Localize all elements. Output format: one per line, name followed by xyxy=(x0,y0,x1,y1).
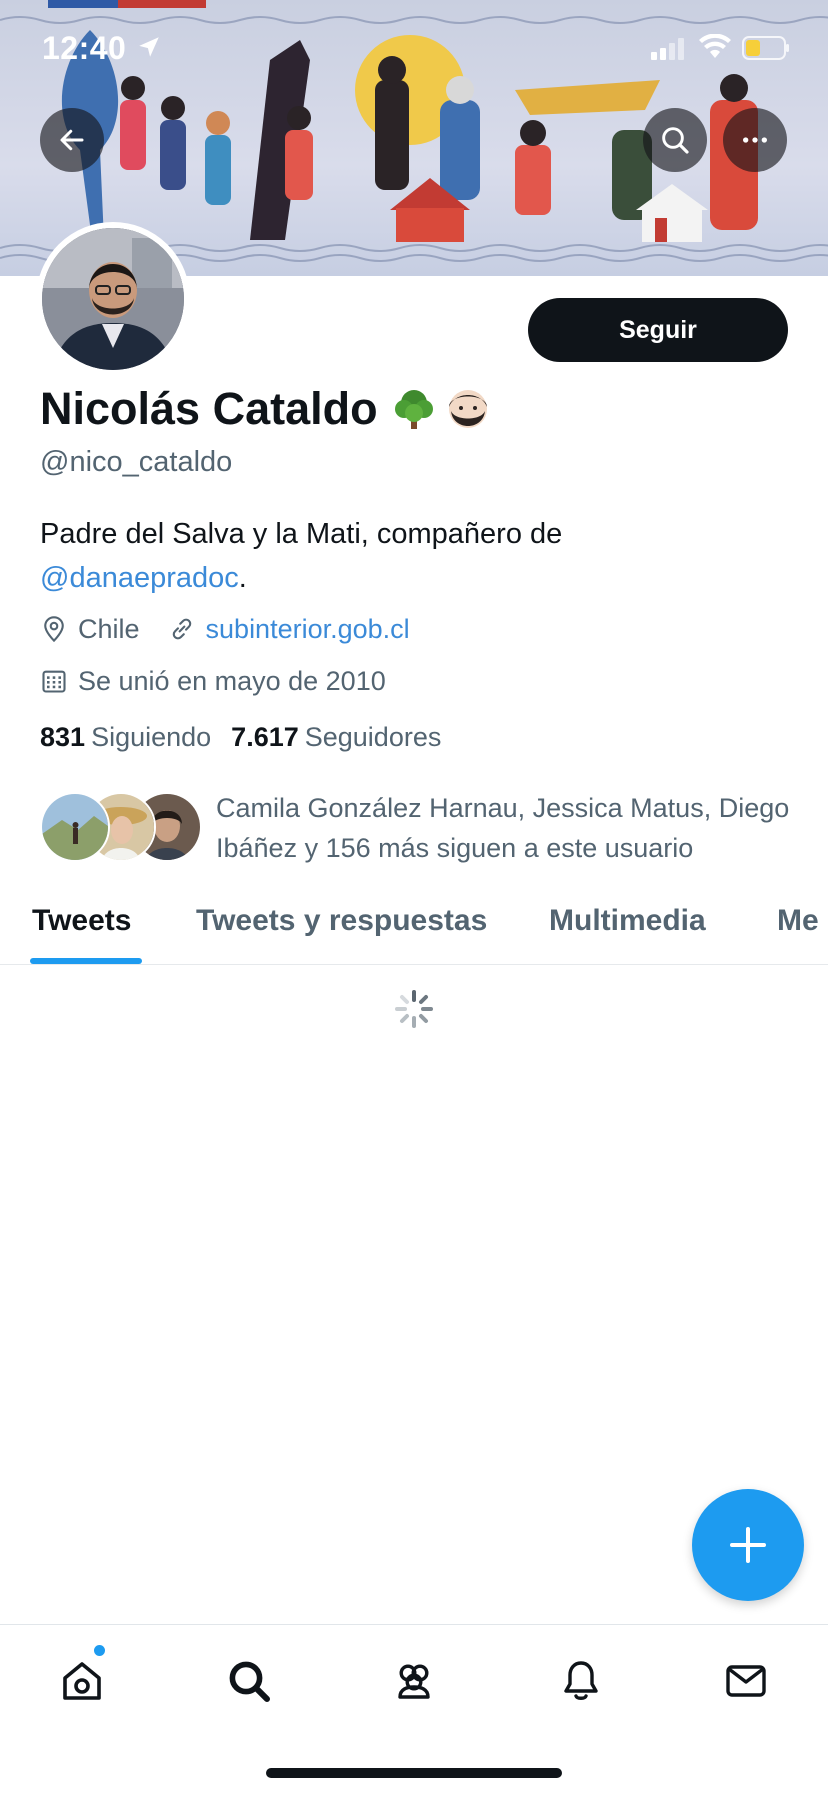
mutuals-text: Camila González Harnau, Jessica Matus, D… xyxy=(216,793,790,863)
avatar-photo xyxy=(42,228,184,370)
nav-search[interactable] xyxy=(219,1651,279,1711)
home-indicator xyxy=(266,1768,562,1778)
mutual-followers[interactable]: Camila González Harnau, Jessica Matus, D… xyxy=(40,788,820,868)
tree-emoji-icon xyxy=(394,390,433,429)
search-icon xyxy=(229,1661,270,1702)
bio-end: . xyxy=(238,562,247,594)
following-label: Siguiendo xyxy=(91,722,212,752)
following-count: 831 xyxy=(40,722,86,752)
status-bar: 12:40 xyxy=(0,0,828,96)
profile-tabs: Tweets Tweets y respuestas Multimedia Me xyxy=(0,880,828,965)
bio-mention-link[interactable]: @danaepradoc xyxy=(40,562,239,594)
nav-notifications[interactable] xyxy=(551,1651,611,1711)
website-link[interactable]: subinterior.gob.cl xyxy=(206,614,410,645)
followers-label: Seguidores xyxy=(304,722,442,752)
calendar-icon xyxy=(42,670,66,693)
location-text: Chile xyxy=(78,613,140,644)
bearded-man-emoji-icon xyxy=(448,390,487,428)
location-pin-icon xyxy=(44,616,64,643)
display-name-text: Nicolás Cataldo xyxy=(40,383,378,434)
joined-text: Se unió en mayo de 2010 xyxy=(78,665,386,696)
status-time: 12:40 xyxy=(42,30,127,66)
messages-icon xyxy=(726,1665,766,1697)
back-button[interactable] xyxy=(40,108,104,172)
more-icon xyxy=(743,137,767,143)
more-options-button[interactable] xyxy=(723,108,787,172)
location-arrow-icon xyxy=(139,37,159,57)
joined-row: Se unió en mayo de 2010 xyxy=(40,663,386,699)
tab-tweets-replies[interactable]: Tweets y respuestas xyxy=(196,904,487,938)
mutual-avatar-photo xyxy=(42,794,108,860)
profile-bio: Padre del Salva y la Mati, compañero de … xyxy=(40,512,800,600)
cellular-signal-icon xyxy=(651,38,684,60)
profile-meta-row: Chile subinterior.gob.cl xyxy=(40,611,438,647)
home-icon xyxy=(63,1662,101,1700)
location-item: Chile xyxy=(40,614,140,645)
link-icon xyxy=(172,618,191,640)
profile-handle: @nico_cataldo xyxy=(40,446,233,478)
follow-counts: 831 Siguiendo 7.617 Seguidores xyxy=(40,722,441,753)
wifi-icon xyxy=(699,34,731,58)
mutual-avatar xyxy=(40,792,110,862)
nav-communities[interactable] xyxy=(384,1651,444,1711)
communities-icon xyxy=(398,1664,430,1699)
notifications-icon xyxy=(564,1661,598,1700)
back-arrow-icon xyxy=(60,129,84,151)
tab-media[interactable]: Multimedia xyxy=(549,904,706,938)
tab-likes[interactable]: Me xyxy=(777,904,819,938)
following-count-link[interactable]: 831 Siguiendo xyxy=(40,722,211,753)
display-name: Nicolás Cataldo xyxy=(40,383,490,435)
profile-avatar[interactable] xyxy=(36,222,190,376)
plus-icon xyxy=(730,1527,766,1563)
follow-button[interactable]: Seguir xyxy=(528,298,788,362)
battery-icon xyxy=(742,36,789,60)
active-tab-indicator xyxy=(30,958,142,964)
nav-home[interactable] xyxy=(52,1651,112,1711)
search-profile-button[interactable] xyxy=(643,108,707,172)
tab-tweets[interactable]: Tweets xyxy=(32,904,131,938)
name-emojis xyxy=(392,387,490,431)
bio-text: Padre del Salva y la Mati, compañero de xyxy=(40,518,563,550)
compose-tweet-button[interactable] xyxy=(692,1489,804,1601)
nav-messages[interactable] xyxy=(716,1651,776,1711)
followers-count-link[interactable]: 7.617 Seguidores xyxy=(231,722,441,753)
home-notification-dot xyxy=(94,1645,105,1656)
website-item[interactable]: subinterior.gob.cl xyxy=(168,614,410,645)
loading-spinner-icon xyxy=(395,990,433,1028)
search-icon xyxy=(662,127,689,154)
followers-count: 7.617 xyxy=(231,722,299,752)
